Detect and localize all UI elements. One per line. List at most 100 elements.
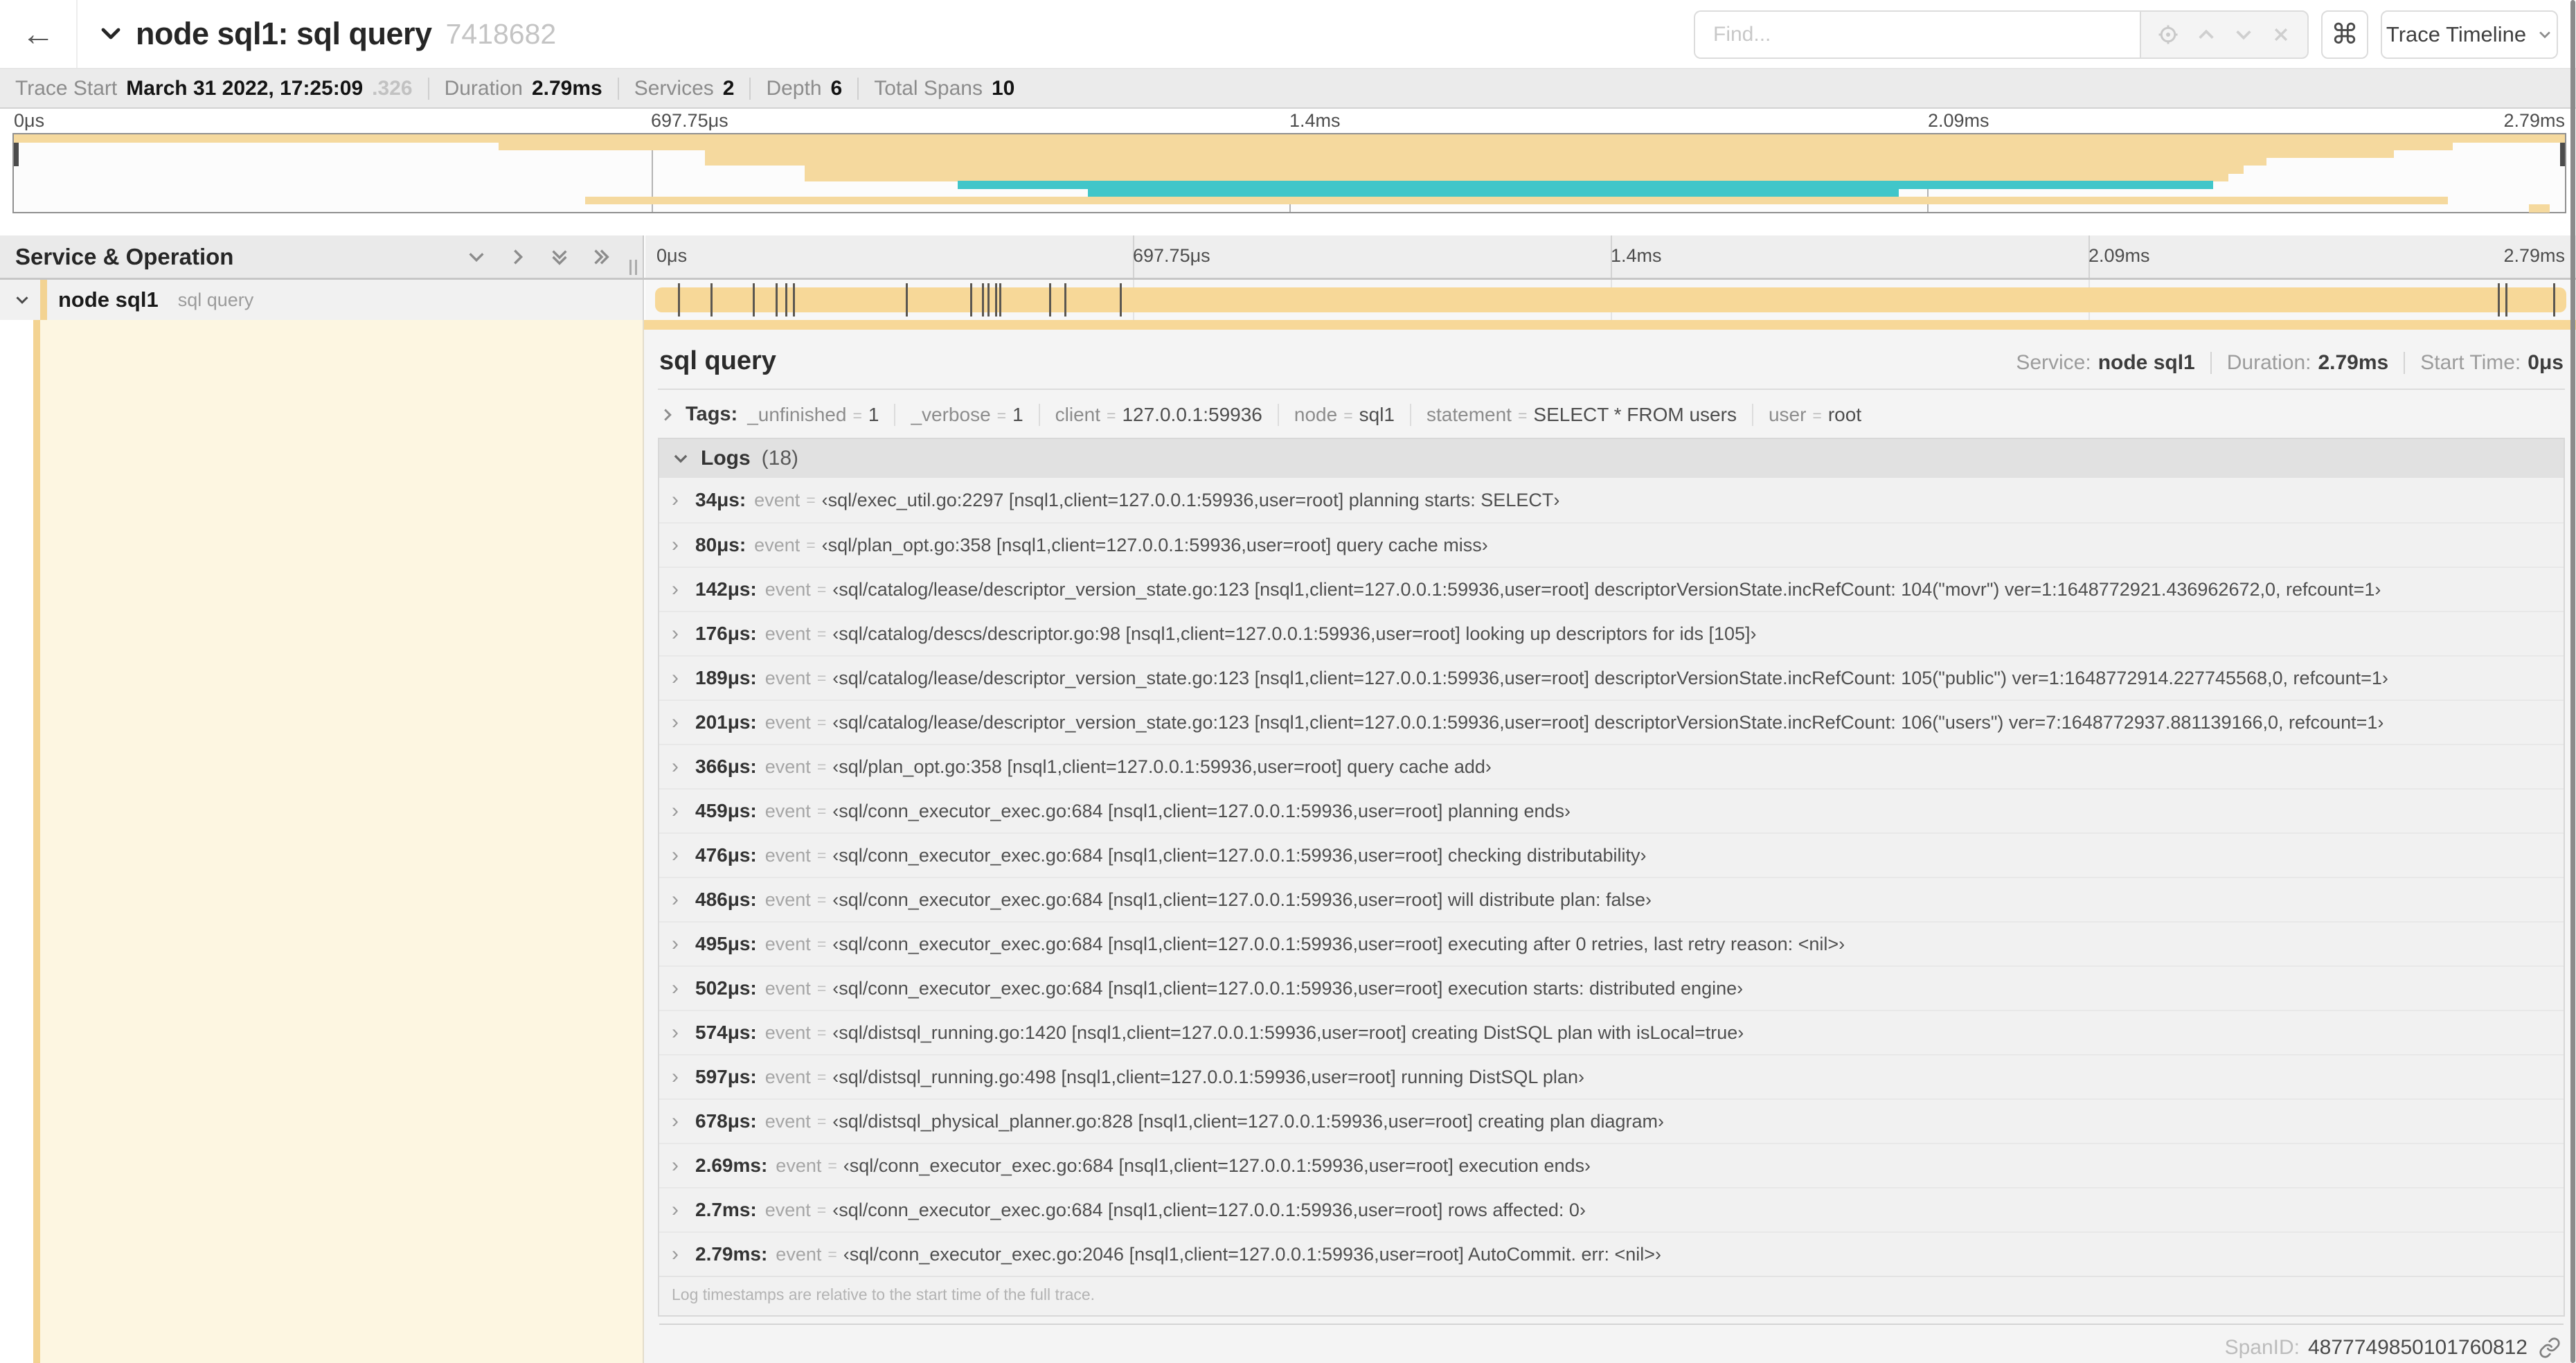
tag-item[interactable]: user = root	[1769, 404, 1861, 426]
collapse-all-icon[interactable]	[549, 247, 570, 267]
span-row-timeline-cell[interactable]	[645, 280, 2576, 320]
focus-match-icon[interactable]	[2158, 24, 2179, 45]
back-button[interactable]: ←	[0, 0, 78, 68]
next-result-icon[interactable]	[2233, 24, 2254, 45]
chevron-right-icon	[664, 408, 672, 421]
log-field-value: ‹sql/exec_util.go:2297 [nsql1,client=127…	[821, 489, 1560, 510]
summary-value: 2.79ms	[531, 76, 602, 100]
log-field-value: ‹sql/plan_opt.go:358 [nsql1,client=127.0…	[821, 534, 1488, 555]
span-log-tick	[785, 283, 787, 317]
equals-sign: =	[1343, 406, 1353, 425]
equals-sign: =	[816, 934, 827, 953]
equals-sign: =	[852, 406, 862, 425]
tag-value: root	[1827, 403, 1862, 425]
log-timestamp: 34μs:	[695, 489, 746, 510]
axis-tick-label: 2.09ms	[2088, 245, 2150, 266]
span-log-tick	[1048, 283, 1051, 317]
log-field-value: ‹sql/catalog/lease/descriptor_version_st…	[832, 711, 2384, 733]
log-entry-row[interactable]: › 476μs: event = ‹sql/conn_executor_exec.go:…	[659, 832, 2564, 877]
log-entry-row[interactable]: › 176μs: event = ‹sql/catalog/descs/descript…	[659, 611, 2564, 655]
span-duration-bar[interactable]	[655, 287, 2566, 312]
summary-separator	[749, 77, 751, 100]
log-timestamp: 2.69ms:	[695, 1155, 768, 1176]
clear-search-icon[interactable]	[2271, 25, 2291, 44]
tag-item[interactable]: _unfinished = 1	[747, 404, 879, 426]
log-entry-row[interactable]: › 678μs: event = ‹sql/distsql_physical_plann…	[659, 1098, 2564, 1143]
log-entry-row[interactable]: › 574μs: event = ‹sql/distsql_running.go:142…	[659, 1010, 2564, 1054]
minimap-span-bar	[498, 142, 2453, 150]
timeline-axis-header: 0μs 697.75μs 1.4ms 2.09ms 2.79ms	[645, 235, 2576, 278]
logs-count: (18)	[761, 447, 799, 470]
log-entry-row[interactable]: › 201μs: event = ‹sql/catalog/lease/descript…	[659, 700, 2564, 744]
chevron-right-icon: ›	[672, 1110, 679, 1132]
trace-title-group: node sql1: sql query 7418682	[100, 0, 556, 68]
find-group	[1694, 10, 2309, 59]
vertical-scrollbar[interactable]	[2570, 0, 2575, 1363]
summary-value: March 31 2022, 17:25:09	[126, 76, 364, 100]
log-entry-row[interactable]: › 2.7ms: event = ‹sql/conn_executor_exec.go:…	[659, 1187, 2564, 1231]
tag-item[interactable]: _verbose = 1	[911, 404, 1023, 426]
log-field-value: ‹sql/conn_executor_exec.go:684 [nsql1,cl…	[832, 889, 1652, 910]
summary-value: 10	[991, 76, 1015, 100]
log-entry-row[interactable]: › 2.79ms: event = ‹sql/conn_executor_exec.go…	[659, 1231, 2564, 1276]
log-entry-row[interactable]: › 2.69ms: event = ‹sql/conn_executor_exec.go…	[659, 1143, 2564, 1187]
log-field-value: ‹sql/catalog/lease/descriptor_version_st…	[832, 578, 2381, 600]
span-log-tick	[775, 283, 778, 317]
log-entry-row[interactable]: › 189μs: event = ‹sql/catalog/lease/descript…	[659, 655, 2564, 700]
log-field-key: event	[776, 1155, 822, 1176]
log-timestamp: 597μs:	[695, 1066, 757, 1087]
chevron-right-icon: ›	[672, 711, 679, 733]
expand-all-icon[interactable]	[591, 247, 611, 267]
log-entry-row[interactable]: › 502μs: event = ‹sql/conn_executor_exec.go:…	[659, 965, 2564, 1010]
keyboard-shortcuts-button[interactable]: ⌘	[2321, 10, 2368, 59]
collapse-one-icon[interactable]	[466, 247, 487, 267]
summary-item: Duration 2.79ms	[445, 77, 602, 100]
log-timestamp: 502μs:	[695, 977, 757, 999]
trace-view-select[interactable]: Trace Timeline	[2381, 10, 2558, 59]
logs-accordion-header[interactable]: Logs (18)	[659, 439, 2564, 478]
summary-label: Duration	[444, 76, 523, 100]
tag-item[interactable]: client = 127.0.0.1:59936	[1055, 404, 1262, 426]
span-log-tick	[710, 283, 713, 317]
span-id-label: SpanID:	[2224, 1336, 2300, 1359]
log-entry-row[interactable]: › 459μs: event = ‹sql/conn_executor_exec.go:…	[659, 788, 2564, 832]
equals-sign: =	[996, 406, 1007, 425]
log-timestamp: 201μs:	[695, 711, 757, 733]
find-input[interactable]	[1694, 10, 2140, 59]
axis-tick-label: 1.4ms	[1611, 245, 1662, 266]
axis-tick-label: 1.4ms	[1289, 110, 1341, 131]
summary-separator	[617, 77, 619, 100]
tag-item[interactable]: statement = SELECT * FROM users	[1426, 404, 1737, 426]
log-entry-row[interactable]: › 366μs: event = ‹sql/plan_opt.go:358 [nsql1…	[659, 744, 2564, 788]
log-entry-row[interactable]: › 34μs: event = ‹sql/exec_util.go:2297 [nsql…	[659, 478, 2564, 522]
summary-value: 2	[722, 76, 735, 100]
equals-sign: =	[1812, 406, 1822, 425]
minimap-span-bar	[805, 165, 2244, 174]
log-entry-row[interactable]: › 80μs: event = ‹sql/plan_opt.go:358 [nsql1,…	[659, 522, 2564, 567]
log-entry-row[interactable]: › 597μs: event = ‹sql/distsql_running.go:498…	[659, 1054, 2564, 1098]
span-log-tick	[1119, 283, 1122, 317]
span-id-row: SpanID: 4877749850101760812	[658, 1325, 2565, 1360]
prev-result-icon[interactable]	[2196, 24, 2217, 45]
log-entry-row[interactable]: › 142μs: event = ‹sql/catalog/lease/descript…	[659, 567, 2564, 611]
tags-accordion[interactable]: Tags: _unfinished = 1 _verbose = 1 client = 127.…	[658, 390, 2565, 438]
copy-link-icon[interactable]	[2539, 1337, 2561, 1359]
chevron-down-icon[interactable]	[100, 23, 122, 45]
equals-sign: =	[816, 757, 827, 776]
span-row-name-cell[interactable]: node sql1 sql query	[0, 280, 644, 320]
minimap-canvas[interactable]	[12, 133, 2566, 213]
log-timestamp: 189μs:	[695, 667, 757, 688]
chevron-right-icon: ›	[672, 1065, 679, 1088]
expand-one-icon[interactable]	[508, 247, 528, 267]
chevron-right-icon: ›	[672, 1198, 679, 1221]
log-entry-row[interactable]: › 495μs: event = ‹sql/conn_executor_exec.go:…	[659, 921, 2564, 965]
tag-item[interactable]: node = sql1	[1294, 404, 1395, 426]
minimap-span-bar	[1087, 188, 1899, 197]
chevron-right-icon: ›	[672, 533, 679, 556]
column-resizer-grip[interactable]	[629, 260, 637, 275]
span-log-tick	[987, 283, 990, 317]
chevron-down-icon[interactable]	[14, 292, 30, 308]
equals-sign: =	[816, 846, 827, 864]
tag-separator	[1277, 403, 1279, 426]
log-entry-row[interactable]: › 486μs: event = ‹sql/conn_executor_exec.go:…	[659, 877, 2564, 921]
